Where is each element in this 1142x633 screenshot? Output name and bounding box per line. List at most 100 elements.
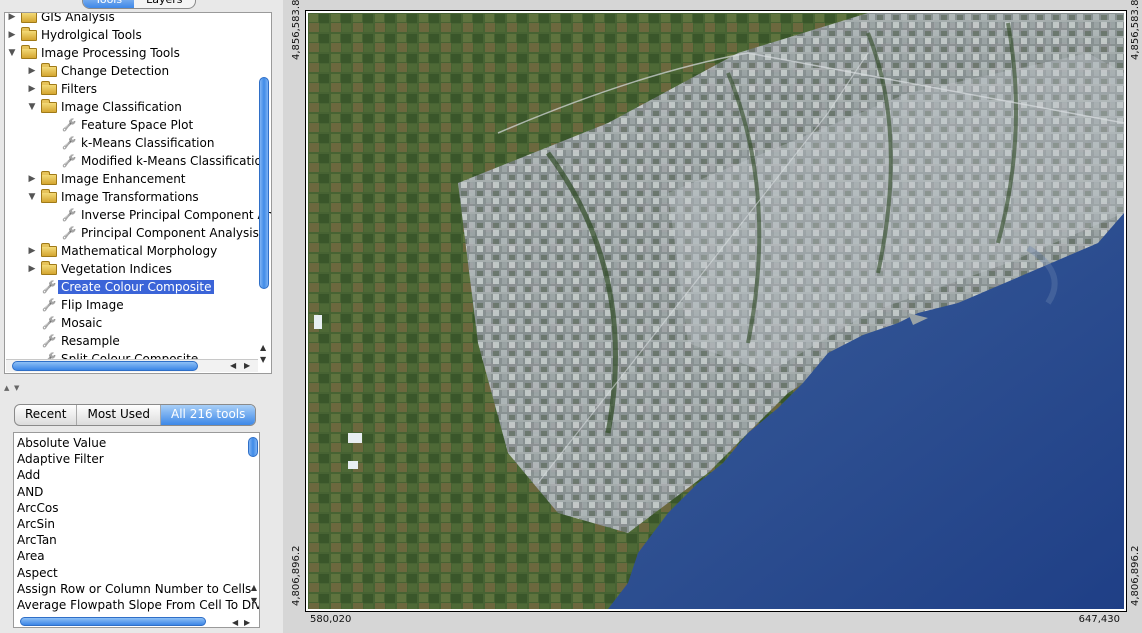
tree-folder[interactable]: ▼ Image Transformations xyxy=(27,188,199,206)
folder-icon xyxy=(41,242,57,257)
tool-list-tabs: Recent Most Used All 216 tools xyxy=(14,404,257,426)
tab-recent[interactable]: Recent xyxy=(15,405,78,425)
folder-icon xyxy=(41,80,57,95)
tree-item-label: Change Detection xyxy=(61,64,170,78)
tool-list-item[interactable]: Add xyxy=(17,467,40,483)
expanded-triangle-icon[interactable]: ▼ xyxy=(27,102,37,112)
tree-item-label: Image Classification xyxy=(61,100,182,114)
tree-item-label: Mathematical Morphology xyxy=(61,244,218,258)
tool-list-item[interactable]: ArcTan xyxy=(17,532,57,548)
map-x-left: 580,020 xyxy=(310,614,352,625)
folder-icon xyxy=(41,260,57,275)
satellite-image[interactable] xyxy=(308,13,1124,609)
wrench-icon: 🔧 xyxy=(61,136,77,150)
collapsed-triangle-icon[interactable]: ▶ xyxy=(27,264,37,274)
tree-tool[interactable]: 🔧 Mosaic xyxy=(27,314,103,332)
tool-list-item[interactable]: ArcSin xyxy=(17,516,55,532)
list-horizontal-scroll-thumb[interactable] xyxy=(20,617,206,626)
divider-down-icon[interactable]: ▼ xyxy=(14,384,19,392)
tab-layers[interactable]: Layers xyxy=(134,0,194,8)
tree-tool[interactable]: 🔧 Flip Image xyxy=(27,296,124,314)
tree-item-label: Resample xyxy=(61,334,120,348)
toolbox-tree[interactable]: ▶ GIS Analysis ▶ Hydrolgical Tools ▼ Image Pr… xyxy=(4,12,272,374)
tree-folder[interactable]: ▼ Image Processing Tools xyxy=(7,44,180,62)
tree-horizontal-scroll-thumb[interactable] xyxy=(12,361,198,371)
tool-list-item[interactable]: ArcCos xyxy=(17,500,58,516)
tree-item-label: GIS Analysis xyxy=(41,12,115,24)
tool-list-item[interactable]: Assign Row or Column Number to Cells xyxy=(17,581,251,597)
wrench-icon: 🔧 xyxy=(61,154,77,168)
collapsed-triangle-icon[interactable]: ▶ xyxy=(27,84,37,94)
tree-tool[interactable]: 🔧 Modified k-Means Classification xyxy=(47,152,270,170)
map-x-right: 647,430 xyxy=(1078,614,1120,625)
collapsed-triangle-icon[interactable]: ▶ xyxy=(27,246,37,256)
tool-list-item[interactable]: Absolute Value xyxy=(17,435,106,451)
tree-folder[interactable]: ▶ Filters xyxy=(27,80,97,98)
panel-tabs: Tools Layers xyxy=(82,0,196,9)
expanded-triangle-icon[interactable]: ▼ xyxy=(27,192,37,202)
tree-folder[interactable]: ▶ Hydrolgical Tools xyxy=(7,26,142,44)
list-scroll-up-icon[interactable]: ▲ xyxy=(251,583,257,592)
tree-item-label: Image Enhancement xyxy=(61,172,186,186)
tree-item-label: Create Colour Composite xyxy=(58,280,215,294)
tree-item-label: Modified k-Means Classification xyxy=(81,154,270,168)
tree-item-label: Hydrolgical Tools xyxy=(41,28,142,42)
tree-tool[interactable]: 🔧 Create Colour Composite xyxy=(27,278,215,296)
satellite-image-graphic xyxy=(308,13,1124,609)
collapsed-triangle-icon[interactable]: ▶ xyxy=(27,174,37,184)
tree-item-label: Feature Space Plot xyxy=(81,118,194,132)
tree-vertical-scrollbar[interactable]: ▲ ▼ xyxy=(258,25,270,365)
list-scroll-right-icon[interactable]: ▶ xyxy=(244,618,250,627)
tree-item-label: Mosaic xyxy=(61,316,103,330)
tree-item-label: Filters xyxy=(61,82,97,96)
tree-folder[interactable]: ▼ Image Classification xyxy=(27,98,182,116)
wrench-icon: 🔧 xyxy=(41,316,57,330)
tree-folder[interactable]: ▶ Vegetation Indices xyxy=(27,260,172,278)
expanded-triangle-icon[interactable]: ▼ xyxy=(7,48,17,58)
tool-list-item[interactable]: Adaptive Filter xyxy=(17,451,104,467)
tab-tools[interactable]: Tools xyxy=(83,0,135,8)
tree-folder[interactable]: ▶ Image Enhancement xyxy=(27,170,186,188)
tree-tool[interactable]: 🔧 Principal Component Analysis xyxy=(47,224,259,242)
tree-tool[interactable]: 🔧 Resample xyxy=(27,332,120,350)
tree-tool[interactable]: 🔧 Inverse Principal Component Analysis xyxy=(47,206,271,224)
scroll-down-icon[interactable]: ▼ xyxy=(260,355,266,364)
collapsed-triangle-icon[interactable]: ▶ xyxy=(7,30,17,40)
scroll-right-icon[interactable]: ▶ xyxy=(244,361,250,370)
wrench-icon: 🔧 xyxy=(61,226,77,240)
tool-list-item[interactable]: AND xyxy=(17,484,43,500)
folder-icon xyxy=(41,188,57,203)
map-frame xyxy=(305,10,1127,612)
tree-horizontal-scrollbar[interactable]: ◀ ▶ xyxy=(6,359,258,372)
tree-folder[interactable]: ▶ GIS Analysis xyxy=(7,12,115,26)
divider-up-icon[interactable]: ▲ xyxy=(4,384,9,392)
wrench-icon: 🔧 xyxy=(41,298,57,312)
tree-folder[interactable]: ▶ Mathematical Morphology xyxy=(27,242,217,260)
tree-tool[interactable]: 🔧 k-Means Classification xyxy=(47,134,215,152)
list-scroll-down-icon[interactable]: ▼ xyxy=(251,596,257,605)
tree-tool[interactable]: 🔧 Feature Space Plot xyxy=(47,116,194,134)
scroll-up-icon[interactable]: ▲ xyxy=(260,343,266,352)
map-y-top-right: 4,856,583.8 xyxy=(1130,0,1141,60)
tab-most-used[interactable]: Most Used xyxy=(77,405,161,425)
tree-folder[interactable]: ▶ Change Detection xyxy=(27,62,169,80)
tree-item-label: Inverse Principal Component Analysis xyxy=(81,208,271,222)
tree-item-label: Image Processing Tools xyxy=(41,46,180,60)
folder-icon xyxy=(41,62,57,77)
split-pane-divider[interactable]: ▲ ▼ xyxy=(0,384,276,392)
tree-item-label: Vegetation Indices xyxy=(61,262,172,276)
tool-list-item[interactable]: Average Flowpath Slope From Cell To Divi… xyxy=(17,597,259,613)
list-scroll-left-icon[interactable]: ◀ xyxy=(232,618,238,627)
scroll-left-icon[interactable]: ◀ xyxy=(230,361,236,370)
collapsed-triangle-icon[interactable]: ▶ xyxy=(27,66,37,76)
tree-vertical-scroll-thumb[interactable] xyxy=(259,77,269,289)
folder-icon xyxy=(21,13,37,23)
collapsed-triangle-icon[interactable]: ▶ xyxy=(7,13,17,22)
tab-all-tools[interactable]: All 216 tools xyxy=(161,405,256,425)
tool-list[interactable]: Absolute Value Adaptive Filter Add AND ArcCo… xyxy=(13,432,260,628)
tool-list-item[interactable]: Aspect xyxy=(17,565,58,581)
tool-list-item[interactable]: Area xyxy=(17,548,45,564)
map-area: 4,856,583.8 4,856,583.8 4,806,896.2 4,80… xyxy=(283,0,1142,633)
folder-icon xyxy=(41,98,57,113)
list-vertical-scroll-thumb[interactable] xyxy=(248,437,258,457)
